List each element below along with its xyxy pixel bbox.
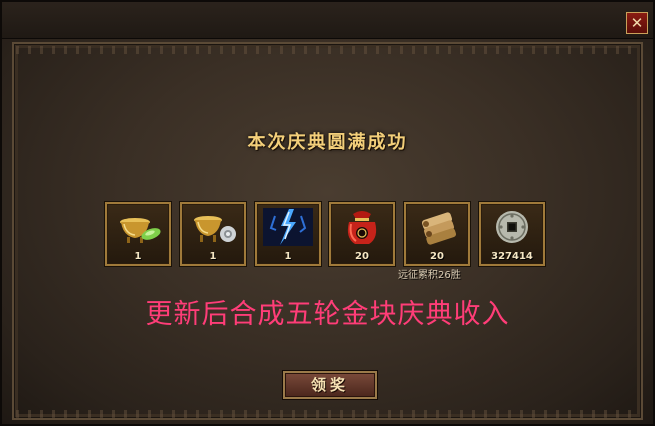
reward-slot-4[interactable]: 20 [329, 202, 395, 266]
expedition-wins-note: 远征累积26胜 [398, 270, 461, 281]
reward-slot-2[interactable]: 1 [180, 202, 246, 266]
gold-cauldron-with-jade-icon [120, 218, 161, 243]
blue-lightning-crystal-icon [263, 208, 313, 246]
copper-coin-icon [496, 211, 528, 243]
reward-slot-6[interactable]: 327414 [479, 202, 545, 266]
reward-count: 327414 [491, 251, 533, 262]
close-button[interactable]: ✕ [626, 12, 648, 34]
celebration-reward-window: ✕ 本次庆典圆满成功 1 1 1 20 20 327414 远征累积26胜 更新… [0, 0, 655, 426]
reward-count: 1 [209, 251, 217, 262]
window-title-bar [2, 2, 653, 39]
claim-reward-button[interactable]: 领奖 [283, 371, 377, 399]
reward-count: 20 [355, 251, 369, 262]
gold-cauldron-with-silver-icon [194, 216, 236, 242]
page-title: 本次庆典圆满成功 [247, 132, 408, 153]
top-border-ornament [16, 46, 639, 54]
announcement-text: 更新后合成五轮金块庆典收入 [145, 299, 510, 330]
scroll-bundle-icon [421, 212, 457, 245]
bottom-border-ornament [16, 410, 639, 418]
reward-slot-1[interactable]: 1 [105, 202, 171, 266]
red-lucky-bag-icon [347, 211, 377, 244]
reward-count: 1 [134, 251, 142, 262]
reward-slot-3[interactable]: 1 [255, 202, 321, 266]
reward-count: 20 [430, 251, 444, 262]
reward-slot-5[interactable]: 20 [404, 202, 470, 266]
reward-count: 1 [284, 251, 292, 262]
